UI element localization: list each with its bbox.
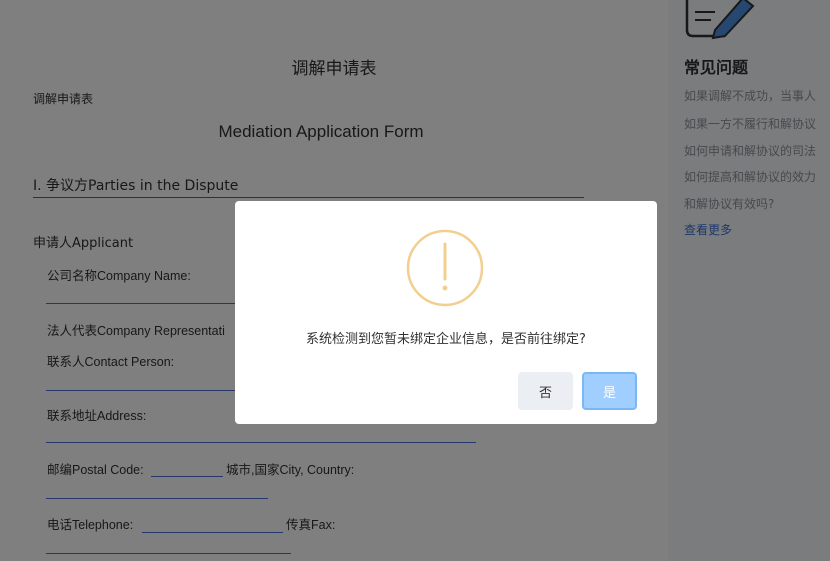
dialog-message: 系统检测到您暂未绑定企业信息，是否前往绑定? — [306, 332, 586, 347]
bind-enterprise-dialog: 系统检测到您暂未绑定企业信息，是否前往绑定? 否 是 — [235, 201, 657, 424]
cancel-button[interactable]: 否 — [518, 372, 573, 410]
warning-icon — [406, 229, 484, 307]
confirm-button[interactable]: 是 — [582, 372, 637, 410]
